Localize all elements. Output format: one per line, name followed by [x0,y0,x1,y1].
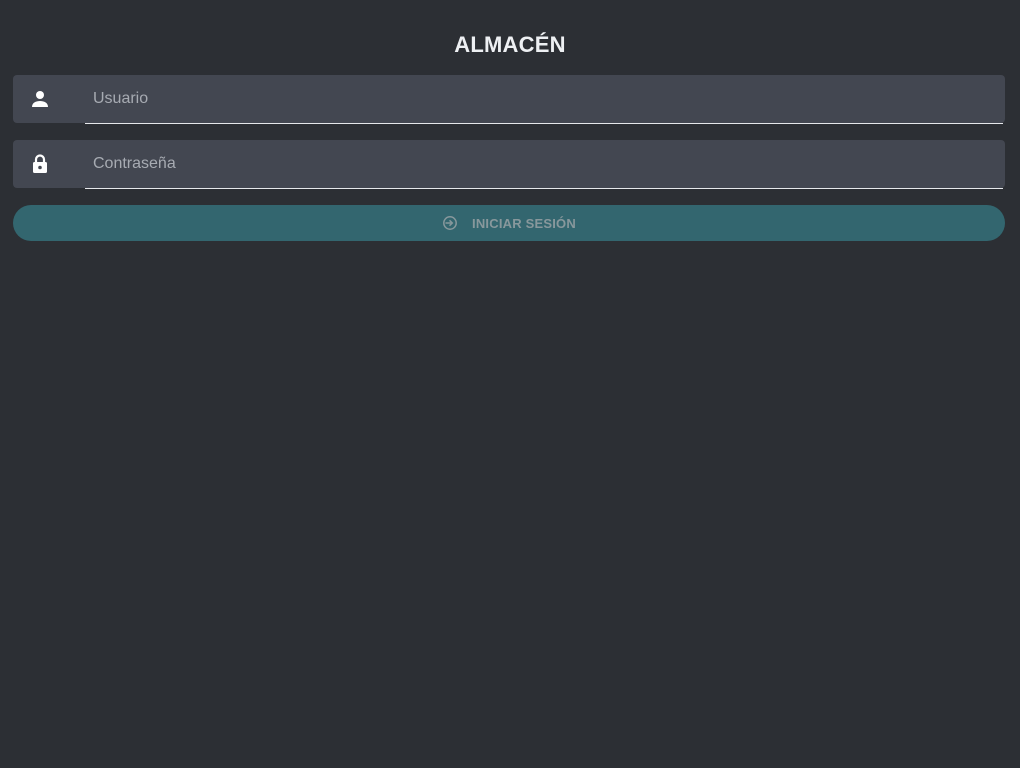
password-input[interactable] [85,140,1003,187]
login-icon [443,216,457,230]
username-field-container [13,75,1005,124]
page-title: ALMACÉN [454,32,566,57]
login-page: ALMACÉN INICIAR SESI [0,0,1020,768]
password-input-wrapper [85,140,1003,189]
login-button[interactable]: INICIAR SESIÓN [13,205,1005,241]
lock-icon [28,152,52,176]
password-field-container [13,140,1005,189]
login-button-label: INICIAR SESIÓN [472,215,576,231]
person-icon [28,87,52,111]
username-input[interactable] [85,75,1003,122]
username-input-wrapper [85,75,1003,124]
